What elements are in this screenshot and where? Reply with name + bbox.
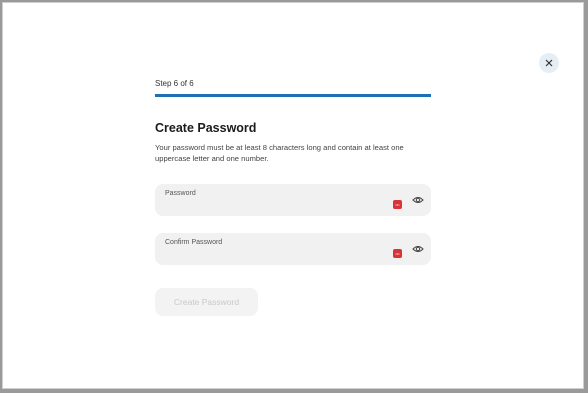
step-indicator: Step 6 of 6 [155,79,194,88]
progress-fill [155,94,431,97]
create-password-dialog: Step 6 of 6 Create Password Your passwor… [2,2,584,389]
confirm-password-field[interactable]: Confirm Password ••• [155,233,431,265]
page-title: Create Password [155,121,257,135]
create-password-button[interactable]: Create Password [155,288,258,316]
password-manager-icon[interactable]: ••• [393,200,402,209]
password-label: Password [165,190,196,197]
close-icon [545,59,553,67]
password-field[interactable]: Password ••• [155,184,431,216]
show-password-eye-icon[interactable] [412,195,424,205]
close-button[interactable] [539,53,559,73]
password-requirements: Your password must be at least 8 charact… [155,143,404,163]
form-content: Step 6 of 6 Create Password Your passwor… [155,79,432,316]
show-password-eye-icon[interactable] [412,244,424,254]
progress-bar [155,94,431,97]
confirm-password-label: Confirm Password [165,239,223,246]
password-manager-icon[interactable]: ••• [393,249,402,258]
